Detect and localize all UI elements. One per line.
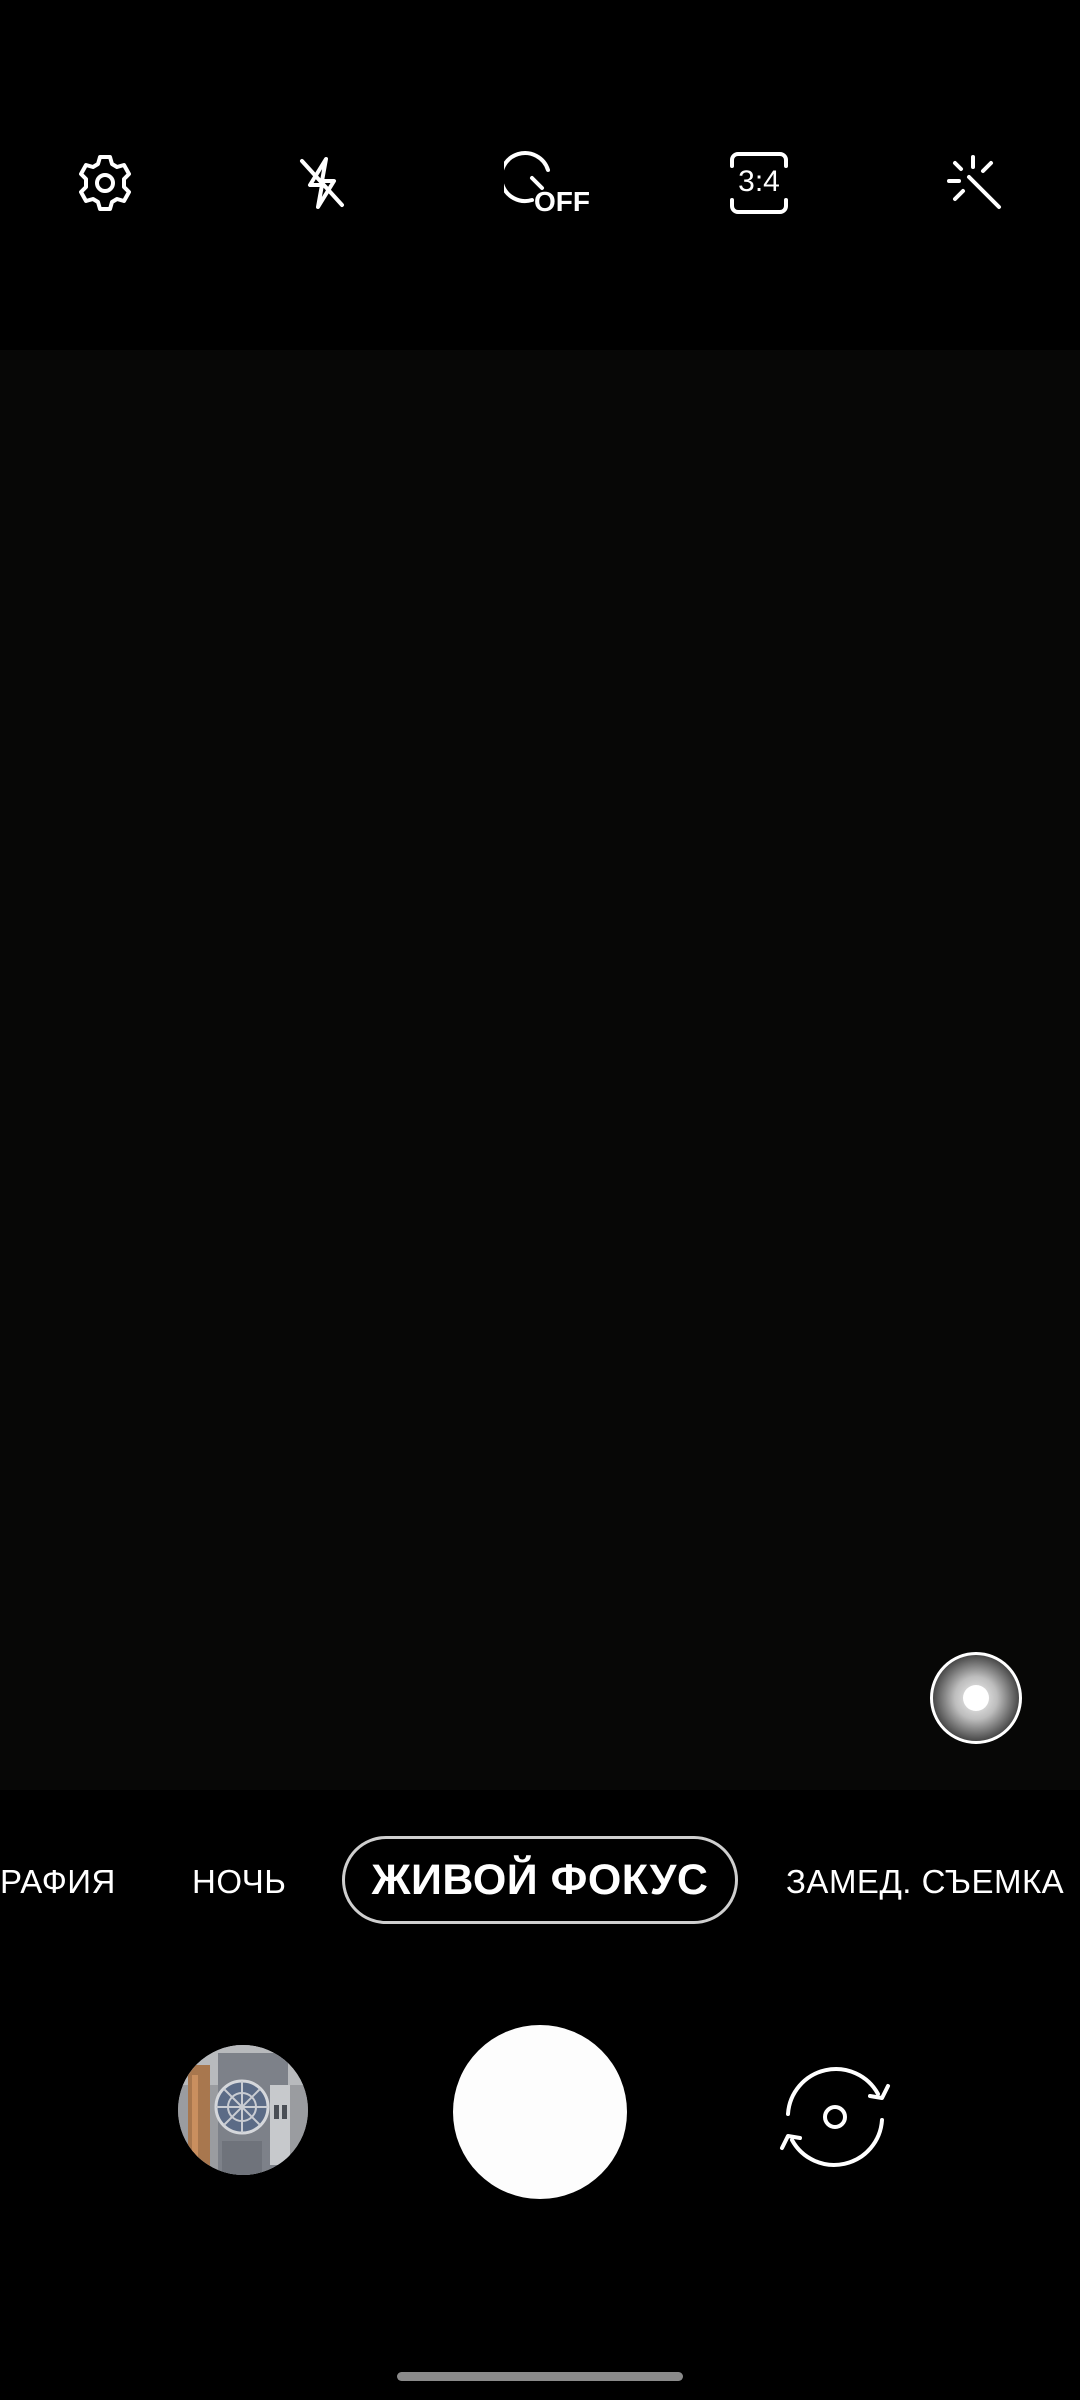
switch-camera-icon (760, 2067, 910, 2186)
gear-icon (73, 151, 137, 215)
timer-button[interactable]: OFF (494, 138, 604, 228)
settings-button[interactable] (60, 138, 150, 228)
timer-label: OFF (534, 186, 590, 217)
gallery-thumbnail[interactable] (178, 2045, 308, 2175)
mode-live-focus-label: ЖИВОЙ ФОКУС (371, 1855, 709, 1904)
mode-photo[interactable]: РАФИЯ (0, 1863, 116, 1901)
aspect-ratio-label: 3:4 (738, 165, 780, 198)
mode-selector: РАФИЯ НОЧЬ ЖИВОЙ ФОКУС ЗАМЕД. СЪЕМКА (0, 1790, 1080, 1970)
focus-effect-button[interactable] (930, 1652, 1022, 1744)
aspect-ratio-icon: 3:4 (728, 152, 790, 214)
switch-camera-button[interactable] (760, 2052, 910, 2182)
gallery-preview-image (178, 2045, 308, 2175)
timer-off-icon: OFF (504, 148, 594, 218)
effects-button[interactable] (930, 138, 1020, 228)
magic-wand-icon (943, 151, 1007, 215)
camera-viewfinder[interactable] (0, 350, 1080, 1790)
mode-slow-motion[interactable]: ЗАМЕД. СЪЕМКА (786, 1863, 1064, 1901)
flash-button[interactable] (277, 138, 367, 228)
mode-night[interactable]: НОЧЬ (192, 1863, 286, 1901)
home-indicator[interactable] (397, 2372, 683, 2381)
aspect-ratio-button[interactable]: 3:4 (712, 138, 806, 228)
capture-controls (0, 1970, 1080, 2400)
shutter-button[interactable] (453, 2025, 627, 2199)
flash-off-icon (290, 151, 354, 215)
focus-effect-icon (963, 1685, 989, 1711)
mode-live-focus[interactable]: ЖИВОЙ ФОКУС (342, 1836, 738, 1924)
top-toolbar: OFF 3:4 (0, 0, 1080, 350)
